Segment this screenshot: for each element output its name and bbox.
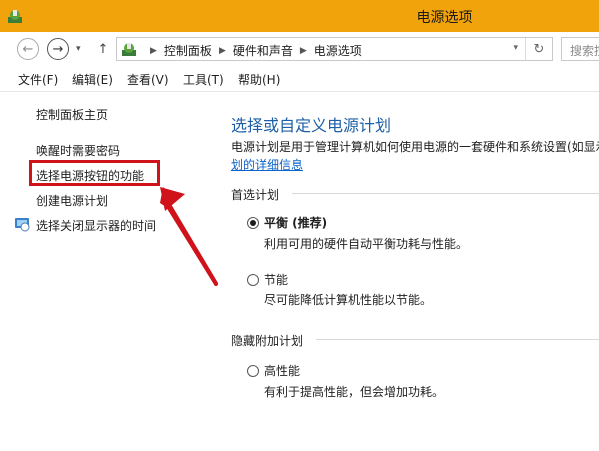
plan-balanced-description: 利用可用的硬件自动平衡功耗与性能。: [264, 237, 469, 251]
address-bar[interactable]: ▶ 控制面板 ▶ 硬件和声音 ▶ 电源选项 ▾ ↻: [116, 37, 553, 61]
menu-edit[interactable]: 编辑(E): [72, 71, 113, 88]
breadcrumb-power-options[interactable]: 电源选项: [314, 42, 362, 59]
breadcrumb-control-panel[interactable]: 控制面板: [164, 42, 212, 59]
navigation-bar: ← → ▾ ↑ ▶ 控制面板 ▶ 硬件和声音 ▶ 电源选项 ▾ ↻ 搜索控: [0, 32, 599, 65]
hidden-plans-heading[interactable]: 隐藏附加计划: [231, 332, 303, 348]
search-input[interactable]: 搜索控: [561, 37, 599, 61]
window-title: 电源选项: [416, 10, 473, 26]
section-divider: [316, 339, 599, 340]
plan-high-performance-name[interactable]: 高性能: [264, 362, 300, 379]
refresh-icon: ↻: [533, 41, 545, 57]
up-arrow-icon: ↑: [97, 41, 109, 57]
back-button[interactable]: ←: [17, 38, 39, 60]
plan-power-saver-name[interactable]: 节能: [264, 271, 288, 288]
page-title: 选择或自定义电源计划: [231, 116, 392, 135]
plan-balanced-name[interactable]: 平衡 (推荐): [264, 214, 327, 231]
forward-arrow-icon: →: [52, 41, 64, 57]
page-description: 电源计划是用于管理计算机如何使用电源的一套硬件和系统设置(如显示: [231, 140, 599, 154]
annotation-highlight-box: [29, 160, 160, 186]
forward-button[interactable]: →: [47, 38, 69, 60]
sidebar-item-wake-password[interactable]: 唤醒时需要密码: [36, 142, 120, 159]
control-panel-icon: [122, 43, 136, 56]
sidebar-item-create-plan[interactable]: 创建电源计划: [36, 192, 108, 209]
address-dropdown-icon[interactable]: ▾: [513, 43, 518, 53]
breadcrumb-separator-icon[interactable]: ▶: [150, 46, 157, 56]
menu-view[interactable]: 查看(V): [127, 71, 169, 88]
sidebar-item-display-off-time[interactable]: 选择关闭显示器的时间: [36, 217, 156, 234]
plan-high-performance-radio[interactable]: [247, 365, 259, 377]
breadcrumb-separator-icon[interactable]: ▶: [300, 46, 307, 56]
display-time-icon: [15, 218, 30, 232]
menu-bar: 文件(F) 编辑(E) 查看(V) 工具(T) 帮助(H): [0, 65, 599, 92]
breadcrumb-hardware-sound[interactable]: 硬件和声音: [233, 42, 293, 59]
breadcrumb-separator-icon[interactable]: ▶: [219, 46, 226, 56]
plan-details-link[interactable]: 划的详细信息: [231, 156, 303, 173]
menu-tools[interactable]: 工具(T): [183, 71, 224, 88]
plan-power-saver-radio[interactable]: [247, 274, 259, 286]
preferred-plans-heading: 首选计划: [231, 188, 280, 202]
plan-balanced-radio[interactable]: [247, 217, 259, 229]
menu-file[interactable]: 文件(F): [18, 71, 58, 88]
breadcrumb: ▶ 控制面板 ▶ 硬件和声音 ▶ 电源选项: [143, 42, 362, 59]
plan-high-performance-description: 有利于提高性能，但会增加功耗。: [264, 385, 445, 399]
up-button[interactable]: ↑: [96, 38, 110, 60]
recent-locations-chevron-icon[interactable]: ▾: [76, 44, 81, 54]
sidebar-item-control-panel-home[interactable]: 控制面板主页: [36, 106, 108, 123]
refresh-button[interactable]: ↻: [525, 38, 552, 60]
title-bar: 电源选项: [0, 0, 599, 32]
section-divider: [292, 193, 599, 194]
back-arrow-icon: ←: [22, 41, 34, 57]
menu-help[interactable]: 帮助(H): [238, 71, 280, 88]
plan-power-saver-description: 尽可能降低计算机性能以节能。: [264, 293, 433, 307]
